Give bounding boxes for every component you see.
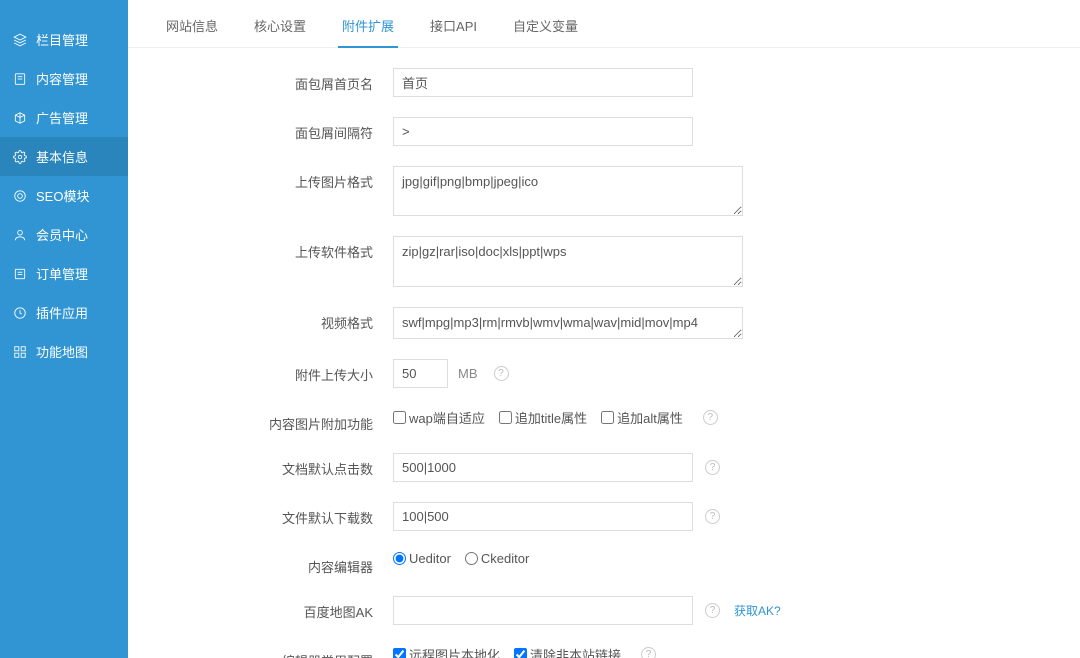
tab-api[interactable]: 接口API [412,4,495,47]
sidebar-item-seo[interactable]: SEO模块 [0,176,128,215]
file-downloads-input[interactable] [393,502,693,531]
main-content: 网站信息 核心设置 附件扩展 接口API 自定义变量 面包屑首页名 面包屑间隔符… [128,0,1080,658]
img-extra-label: 内容图片附加功能 [128,408,393,433]
sidebar-item-columns[interactable]: 栏目管理 [0,20,128,59]
editor-config-label: 编辑器常用配置 [128,645,393,658]
settings-form: 面包屑首页名 面包屑间隔符 上传图片格式 jpg|gif|png|bmp|jpe… [128,48,1080,658]
help-icon[interactable]: ? [703,410,718,425]
help-icon[interactable]: ? [641,647,656,658]
sidebar: 栏目管理 内容管理 广告管理 基本信息 SEO模块 会员中心 订单管理 插件应 [0,0,128,658]
clock-icon [12,305,28,321]
file-formats-label: 上传软件格式 [128,236,393,261]
sidebar-item-label: 基本信息 [36,147,88,166]
sidebar-item-sitemap[interactable]: 功能地图 [0,332,128,371]
upload-size-input[interactable] [393,359,448,388]
breadcrumb-sep-input[interactable] [393,117,693,146]
ueditor-radio[interactable]: Ueditor [393,551,451,566]
tab-site-info[interactable]: 网站信息 [148,4,236,47]
remote-img-local-checkbox[interactable]: 远程图片本地化 [393,645,500,658]
sidebar-item-label: 会员中心 [36,225,88,244]
sidebar-item-label: 功能地图 [36,342,88,361]
package-icon [12,110,28,126]
get-ak-link[interactable]: 获取AK? [734,602,781,619]
img-formats-label: 上传图片格式 [128,166,393,191]
help-icon[interactable]: ? [494,366,509,381]
file-formats-textarea[interactable]: zip|gz|rar|iso|doc|xls|ppt|wps [393,236,743,286]
editor-label: 内容编辑器 [128,551,393,576]
tab-core-settings[interactable]: 核心设置 [236,4,324,47]
sidebar-item-orders[interactable]: 订单管理 [0,254,128,293]
grid-icon [12,344,28,360]
list-icon [12,266,28,282]
file-downloads-label: 文件默认下载数 [128,502,393,527]
sidebar-item-members[interactable]: 会员中心 [0,215,128,254]
video-formats-textarea[interactable]: swf|mpg|mp3|rm|rmvb|wmv|wma|wav|mid|mov|… [393,307,743,339]
doc-clicks-input[interactable] [393,453,693,482]
sidebar-item-label: 广告管理 [36,108,88,127]
ckeditor-radio[interactable]: Ckeditor [465,551,529,566]
help-icon[interactable]: ? [705,603,720,618]
sidebar-item-label: 插件应用 [36,303,88,322]
breadcrumb-sep-label: 面包屑间隔符 [128,117,393,142]
tab-attachment-ext[interactable]: 附件扩展 [324,4,412,47]
tab-custom-vars[interactable]: 自定义变量 [495,4,596,47]
sidebar-item-label: 订单管理 [36,264,88,283]
help-icon[interactable]: ? [705,509,720,524]
wap-adaptive-checkbox[interactable]: wap端自适应 [393,408,485,427]
upload-size-unit: MB [458,366,478,381]
clear-external-links-checkbox[interactable]: 清除非本站链接 [514,645,621,658]
target-icon [12,188,28,204]
sidebar-item-content[interactable]: 内容管理 [0,59,128,98]
sidebar-item-label: SEO模块 [36,186,89,205]
alt-attr-checkbox[interactable]: 追加alt属性 [601,408,683,427]
baidu-ak-input[interactable] [393,596,693,625]
help-icon[interactable]: ? [705,460,720,475]
sidebar-item-label: 栏目管理 [36,30,88,49]
title-attr-checkbox[interactable]: 追加title属性 [499,408,587,427]
sidebar-item-ads[interactable]: 广告管理 [0,98,128,137]
img-formats-textarea[interactable]: jpg|gif|png|bmp|jpeg|ico [393,166,743,216]
gear-icon [12,149,28,165]
sidebar-item-basic-info[interactable]: 基本信息 [0,137,128,176]
baidu-ak-label: 百度地图AK [128,596,393,621]
user-icon [12,227,28,243]
video-formats-label: 视频格式 [128,307,393,332]
sidebar-item-label: 内容管理 [36,69,88,88]
breadcrumb-home-label: 面包屑首页名 [128,68,393,93]
sidebar-item-plugins[interactable]: 插件应用 [0,293,128,332]
layers-icon [12,32,28,48]
upload-size-label: 附件上传大小 [128,359,393,384]
doc-clicks-label: 文档默认点击数 [128,453,393,478]
document-icon [12,71,28,87]
breadcrumb-home-input[interactable] [393,68,693,97]
tabs: 网站信息 核心设置 附件扩展 接口API 自定义变量 [128,4,1080,48]
